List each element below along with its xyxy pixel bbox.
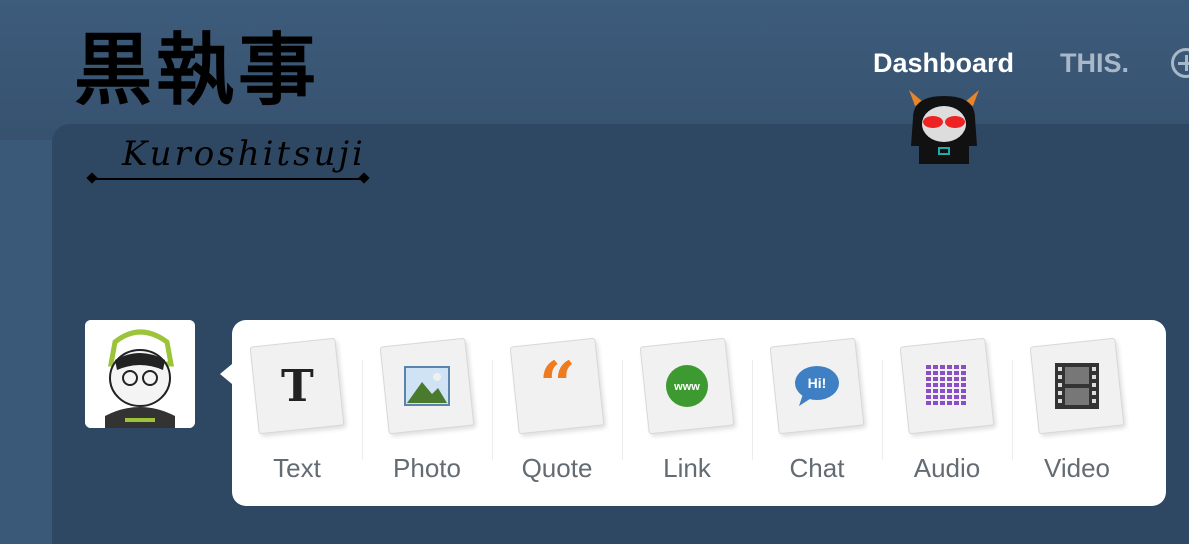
quote-icon: “: [538, 348, 576, 423]
mascot-image: [909, 90, 979, 164]
logo-divider: [92, 178, 366, 180]
logo-roman-text: Kuroshitsuji: [122, 134, 366, 174]
post-type-paper: “: [509, 337, 605, 435]
post-type-paper: [1029, 337, 1125, 435]
post-type-audio-button[interactable]: Audio: [882, 320, 1012, 506]
nav-dashboard-link[interactable]: Dashboard: [873, 48, 1014, 79]
svg-text:www: www: [673, 381, 700, 393]
post-type-paper: Hi!: [769, 337, 865, 435]
logo-kanji: 黒執事: [74, 25, 321, 116]
post-type-photo-button[interactable]: Photo: [362, 320, 492, 506]
post-type-label: Photo: [393, 453, 461, 483]
audio-icon: [924, 363, 970, 409]
post-type-quote-button[interactable]: “ Quote: [492, 320, 622, 506]
post-type-paper: T: [249, 337, 345, 435]
post-type-label: Link: [663, 453, 711, 483]
post-type-video-button[interactable]: Video: [1012, 320, 1142, 506]
text-icon: T: [280, 360, 314, 412]
nav-this-link[interactable]: THIS.: [1060, 48, 1129, 79]
post-type-label: Text: [273, 453, 321, 483]
video-icon: [1055, 363, 1099, 409]
logo-ornament: [86, 172, 98, 184]
chat-icon: Hi!: [793, 364, 841, 408]
post-type-paper: [899, 337, 995, 435]
post-type-label: Video: [1043, 453, 1111, 483]
top-nav: Dashboard THIS.: [873, 48, 1129, 79]
new-post-panel: T Text Photo “ Quote www Link Hi! Chat Audio Video: [220, 320, 1166, 506]
post-type-label: Audio: [913, 453, 981, 483]
post-type-chat-button[interactable]: Hi! Chat: [752, 320, 882, 506]
svg-text:Hi!: Hi!: [808, 375, 827, 391]
post-type-link-button[interactable]: www Link: [622, 320, 752, 506]
post-type-label: Chat: [789, 453, 845, 483]
post-type-paper: www: [639, 337, 735, 435]
post-type-text-button[interactable]: T Text: [232, 320, 362, 506]
logo-ornament: [358, 172, 370, 184]
blog-logo[interactable]: 黒執事 Kuroshitsuji: [74, 26, 374, 196]
post-type-paper: [379, 337, 475, 435]
post-type-label: Quote: [521, 453, 593, 483]
post-type-list: T Text Photo “ Quote www Link Hi! Chat Audio Video: [232, 320, 1166, 506]
user-avatar[interactable]: [85, 320, 195, 428]
link-icon: www: [664, 363, 710, 409]
photo-icon: [404, 366, 450, 406]
